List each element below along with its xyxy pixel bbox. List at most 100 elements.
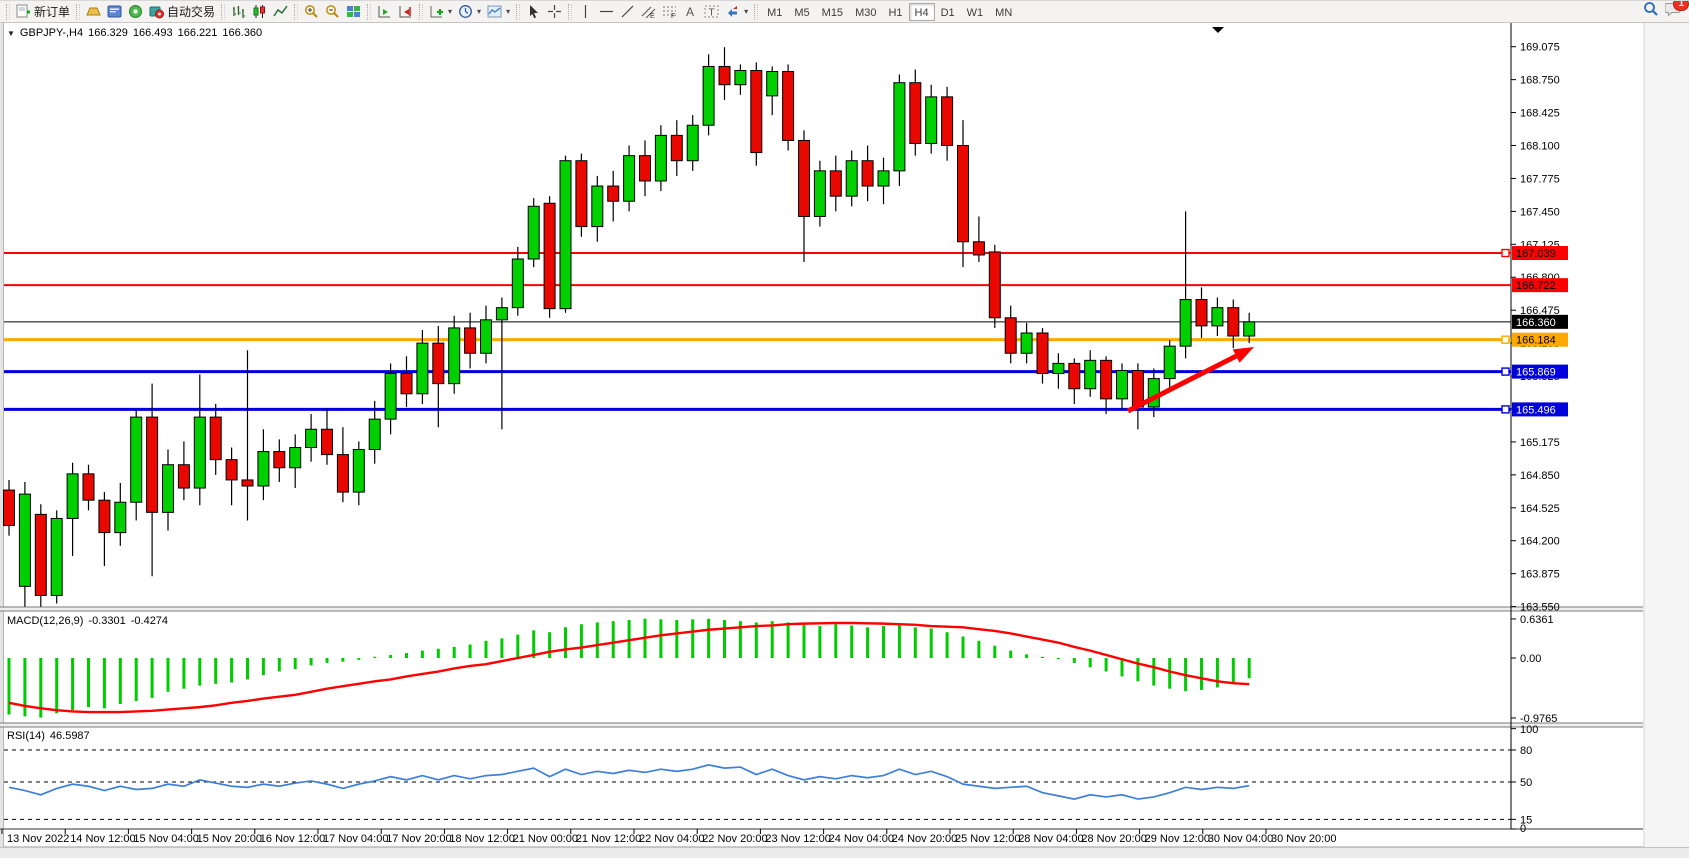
text-label-button[interactable]: T (701, 2, 722, 22)
toolbar-grip[interactable] (754, 4, 758, 20)
svg-text:21 Nov 00:00: 21 Nov 00:00 (513, 833, 578, 845)
shapes-button[interactable]: ▾ (722, 2, 751, 22)
chart-canvas[interactable]: 169.075168.750168.425168.100167.775167.4… (0, 23, 1689, 858)
cursor-button[interactable] (523, 2, 544, 22)
pane-backgrounds (0, 23, 1689, 858)
tf-m15-button[interactable]: M15 (816, 3, 849, 21)
ohlc-low: 166.221 (178, 27, 218, 39)
svg-text:168.100: 168.100 (1520, 141, 1560, 153)
vertical-line-button[interactable] (575, 2, 596, 22)
terminal-button[interactable] (104, 2, 125, 22)
svg-text:168.425: 168.425 (1520, 108, 1560, 120)
ohlc-high: 166.493 (133, 27, 173, 39)
signal-orb-icon (128, 4, 143, 19)
trendline-button[interactable] (617, 2, 638, 22)
rsi-name: RSI(14) (7, 730, 45, 742)
tf-m30-button[interactable]: M30 (849, 3, 882, 21)
tf-mn-button[interactable]: MN (989, 3, 1018, 21)
svg-text:24 Nov 04:00: 24 Nov 04:00 (829, 833, 894, 845)
svg-text:163.875: 163.875 (1520, 569, 1560, 581)
toolbar-grip[interactable] (367, 4, 371, 20)
bar-chart-icon (231, 4, 246, 19)
toolbar-grip[interactable] (294, 4, 298, 20)
chevron-down-icon: ▾ (477, 7, 481, 16)
svg-text:164.200: 164.200 (1520, 536, 1560, 548)
quotes-button[interactable] (83, 2, 104, 22)
crosshair-icon (547, 4, 562, 19)
tf-h1-button[interactable]: H1 (882, 3, 908, 21)
tf-w1-button[interactable]: W1 (961, 3, 990, 21)
candlestick-icon (252, 4, 267, 19)
arrows-shapes-icon (725, 4, 740, 19)
svg-text:E: E (650, 13, 655, 19)
svg-text:22 Nov 20:00: 22 Nov 20:00 (702, 833, 767, 845)
zoom-in-icon (304, 4, 319, 19)
svg-text:166.360: 166.360 (1516, 317, 1556, 329)
fibonacci-icon: F (662, 4, 677, 19)
toolbar-grip[interactable] (516, 4, 520, 20)
svg-text:165.175: 165.175 (1520, 437, 1560, 449)
chart-line-button[interactable] (270, 2, 291, 22)
fibonacci-button[interactable]: F (659, 2, 680, 22)
chart-title: ▼ GBPJPY-,H4 166.329 166.493 166.221 166… (7, 27, 262, 39)
autotrade-button[interactable]: 自动交易 (146, 2, 218, 22)
new-order-icon (16, 4, 31, 19)
tf-d1-button[interactable]: D1 (935, 3, 961, 21)
rsi-value: 46.5987 (50, 730, 90, 742)
cursor-icon (526, 4, 541, 19)
auto-scroll-button[interactable] (374, 2, 395, 22)
tf-m5-button[interactable]: M5 (788, 3, 815, 21)
svg-text:165.869: 165.869 (1516, 367, 1556, 379)
zoom-in-button[interactable] (301, 2, 322, 22)
horizontal-line-icon (599, 4, 614, 19)
svg-text:167.775: 167.775 (1520, 173, 1560, 185)
equidistant-channel-button[interactable]: E (638, 2, 659, 22)
svg-text:14 Nov 12:00: 14 Nov 12:00 (70, 833, 135, 845)
ohlc-close: 166.360 (222, 27, 262, 39)
toolbar-grip[interactable] (568, 4, 572, 20)
chevron-down-icon: ▾ (448, 7, 452, 16)
horizontal-line-button[interactable] (596, 2, 617, 22)
svg-text:0.6361: 0.6361 (1520, 614, 1554, 626)
toolbar-grip[interactable] (419, 4, 423, 20)
line-chart-icon (273, 4, 288, 19)
text-button[interactable]: A (680, 2, 701, 22)
notifications-button[interactable]: 1 (1665, 1, 1682, 22)
zoom-out-button[interactable] (322, 2, 343, 22)
svg-text:100: 100 (1520, 724, 1538, 736)
search-button[interactable] (1643, 1, 1659, 22)
tf-m1-button[interactable]: M1 (761, 3, 788, 21)
indicators-button[interactable]: ▾ (426, 2, 455, 22)
ohlc-open: 166.329 (88, 27, 128, 39)
signals-button[interactable] (125, 2, 146, 22)
svg-text:22 Nov 04:00: 22 Nov 04:00 (639, 833, 704, 845)
chevron-down-icon: ▾ (744, 7, 748, 16)
periods-button[interactable]: ▾ (455, 2, 484, 22)
svg-text:28 Nov 20:00: 28 Nov 20:00 (1081, 833, 1146, 845)
toolbar-grip[interactable] (6, 4, 10, 20)
svg-text:16 Nov 12:00: 16 Nov 12:00 (260, 833, 325, 845)
auto-scroll-icon (377, 4, 392, 19)
chevron-down-icon[interactable]: ▼ (7, 29, 15, 38)
svg-text:166.184: 166.184 (1516, 335, 1556, 347)
svg-text:165.496: 165.496 (1516, 404, 1556, 416)
rsi-indicator-label: RSI(14) 46.5987 (7, 730, 90, 742)
templates-button[interactable]: ▾ (484, 2, 513, 22)
chart-shift-button[interactable] (395, 2, 416, 22)
svg-text:15 Nov 20:00: 15 Nov 20:00 (197, 833, 262, 845)
tf-h4-button[interactable]: H4 (909, 3, 935, 21)
new-order-button[interactable]: 新订单 (13, 2, 73, 22)
svg-text:T: T (709, 8, 715, 19)
text-a-icon: A (683, 4, 698, 19)
symbol-period-label: GBPJPY-,H4 (20, 27, 83, 39)
indicators-icon (429, 4, 444, 19)
notification-badge: 1 (1673, 0, 1689, 11)
toolbar-grip[interactable] (76, 4, 80, 20)
tile-windows-button[interactable] (343, 2, 364, 22)
chart-candles-button[interactable] (249, 2, 270, 22)
chart-bars-button[interactable] (228, 2, 249, 22)
toolbar-grip[interactable] (221, 4, 225, 20)
svg-text:167.450: 167.450 (1520, 206, 1560, 218)
crosshair-button[interactable] (544, 2, 565, 22)
svg-text:25 Nov 12:00: 25 Nov 12:00 (955, 833, 1020, 845)
